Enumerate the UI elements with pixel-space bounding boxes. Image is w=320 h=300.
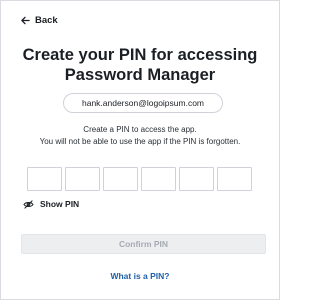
confirm-pin-button[interactable]: Confirm PIN [21,234,266,254]
page-title-line-2: Password Manager [64,66,216,84]
pin-description: Create a PIN to access the app. You will… [1,124,279,147]
pin-digit-input-1[interactable] [27,167,62,191]
what-is-pin-link[interactable]: What is a PIN? [1,271,279,281]
show-pin-toggle[interactable]: Show PIN [23,199,79,209]
back-button[interactable]: Back [21,15,58,26]
arrow-left-icon [21,16,30,25]
pin-description-line-2: You will not be able to use the app if t… [39,136,241,146]
pin-digit-input-2[interactable] [65,167,100,191]
pin-setup-screen: Back Create your PIN for accessing Passw… [0,0,280,300]
pin-digit-input-5[interactable] [179,167,214,191]
pin-input-group [27,167,252,191]
pin-digit-input-4[interactable] [141,167,176,191]
back-label: Back [35,15,58,26]
pin-description-line-1: Create a PIN to access the app. [83,125,197,134]
page-title-line-1: Create your PIN for accessing [22,46,258,64]
show-pin-label: Show PIN [40,199,80,209]
pin-digit-input-6[interactable] [217,167,252,191]
eye-off-icon [23,199,34,209]
pin-digit-input-3[interactable] [103,167,138,191]
page-title: Create your PIN for accessing Password M… [1,45,279,85]
account-email-badge: hank.anderson@logoipsum.com [63,93,223,113]
